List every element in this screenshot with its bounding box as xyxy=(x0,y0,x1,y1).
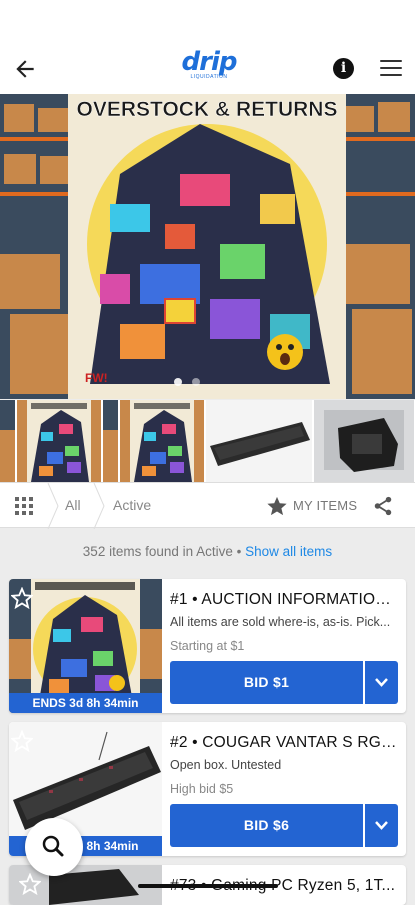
hero-image[interactable]: OVERSTOCK & RETURNS FW! xyxy=(0,94,415,399)
back-arrow-icon[interactable] xyxy=(12,56,38,82)
lot-price: Starting at $1 xyxy=(170,639,245,653)
breadcrumb-active[interactable]: Active xyxy=(113,497,151,513)
share-icon[interactable] xyxy=(372,495,394,517)
star-icon[interactable] xyxy=(266,495,288,517)
logo-text: drip xyxy=(181,47,238,77)
ends-badge: ENDS 3d 8h 34min xyxy=(9,693,162,713)
results-count: 352 items found in Active • Show all ite… xyxy=(0,544,415,559)
breadcrumb-separator xyxy=(47,483,59,529)
results-count-text: 352 items found in Active • xyxy=(82,544,242,559)
bid-button[interactable]: BID $1 xyxy=(170,661,363,704)
thumbnail-overstock-1[interactable] xyxy=(17,400,101,482)
lot-description: Open box. Untested xyxy=(170,758,282,772)
breadcrumb-separator xyxy=(93,483,105,529)
search-button[interactable] xyxy=(25,818,83,876)
bid-options-button[interactable] xyxy=(365,661,398,704)
drip-logo[interactable]: drip LIQUIDATION xyxy=(178,47,240,84)
chevron-down-icon xyxy=(375,821,388,830)
lot-card[interactable]: ENDS 3d 8h 34min #1 • AUCTION INFORMATIO… xyxy=(9,579,406,713)
star-icon[interactable] xyxy=(19,873,41,895)
lot-price: High bid $5 xyxy=(170,782,234,796)
lot-title[interactable]: #1 • AUCTION INFORMATION... xyxy=(170,591,398,609)
lot-description: All items are sold where-is, as-is. Pick… xyxy=(170,615,391,629)
grid-icon[interactable] xyxy=(14,496,34,516)
star-icon[interactable] xyxy=(11,730,33,752)
thumbnail-partial[interactable] xyxy=(0,400,15,482)
star-icon[interactable] xyxy=(11,587,33,609)
app-header: drip LIQUIDATION i xyxy=(0,0,415,94)
lot-image[interactable]: ENDS 3d 8h 34min xyxy=(9,579,162,713)
filter-bar: All Active MY ITEMS xyxy=(0,482,415,529)
thumbnail-keyboard[interactable] xyxy=(206,400,312,482)
thumbnail-strip xyxy=(0,400,415,482)
home-indicator[interactable] xyxy=(138,884,278,888)
lot-title[interactable]: #2 • COUGAR VANTAR S RGB ... xyxy=(170,734,398,752)
chevron-down-icon xyxy=(375,678,388,687)
info-icon[interactable]: i xyxy=(333,58,354,79)
bid-options-button[interactable] xyxy=(365,804,398,847)
breadcrumb-all[interactable]: All xyxy=(65,497,81,513)
hero-sign-text: FW! xyxy=(85,371,108,385)
bid-button[interactable]: BID $6 xyxy=(170,804,363,847)
thumbnail-overstock-2[interactable] xyxy=(120,400,204,482)
my-items-button[interactable]: MY ITEMS xyxy=(293,498,357,513)
hero-banner-text: OVERSTOCK & RETURNS xyxy=(77,98,338,121)
hamburger-menu-icon[interactable] xyxy=(380,60,402,78)
show-all-items-link[interactable]: Show all items xyxy=(245,544,332,559)
search-icon xyxy=(42,835,64,857)
thumbnail-partial-2[interactable] xyxy=(103,400,118,482)
thumbnail-gaming-pc[interactable] xyxy=(314,400,414,482)
